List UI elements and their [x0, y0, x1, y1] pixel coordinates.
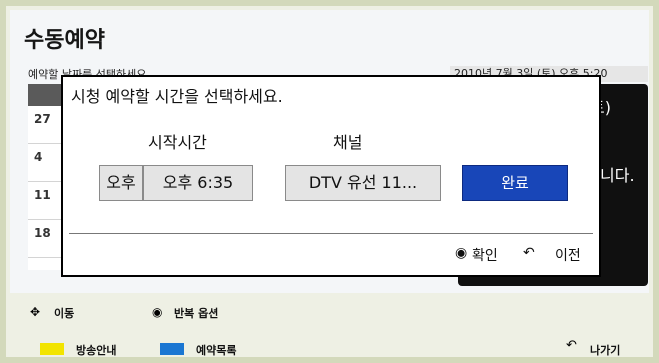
channel-selector[interactable]: DTV 유선 11...: [285, 165, 441, 201]
blue-key-icon: [160, 343, 184, 355]
move-hint: 이동: [54, 307, 75, 320]
exit-hint: 나가기: [590, 344, 621, 357]
circle-dot-icon: ◉: [455, 245, 468, 261]
calendar-day[interactable]: 4: [34, 150, 42, 164]
confirm-hint: 확인: [472, 248, 498, 264]
return-arrow-icon: ↶: [566, 338, 577, 353]
dialog-title: 시청 예약할 시간을 선택하세요.: [71, 87, 283, 106]
reservation-time-dialog: 시청 예약할 시간을 선택하세요. 시작시간 채널 오후 오후 6:35 DTV…: [61, 75, 601, 277]
dialog-divider: [69, 233, 593, 234]
program-guide-hint: 방송안내: [76, 344, 117, 357]
calendar-day[interactable]: 27: [34, 112, 51, 126]
ampm-selector[interactable]: 오후: [99, 165, 143, 201]
circle-dot-icon: ◉: [152, 305, 163, 319]
calendar-day[interactable]: 11: [34, 188, 51, 202]
channel-label: 채널: [333, 133, 363, 152]
reservation-list-hint: 예약목록: [196, 344, 237, 357]
repeat-option-hint: 반복 옵션: [174, 307, 219, 320]
yellow-key-icon: [40, 343, 64, 355]
back-hint: 이전: [555, 248, 581, 264]
done-button[interactable]: 완료: [462, 165, 568, 201]
return-arrow-icon: ↶: [523, 245, 535, 261]
calendar-day[interactable]: 18: [34, 226, 51, 240]
start-time-label: 시작시간: [148, 133, 207, 152]
four-way-arrow-icon: ✥: [30, 305, 41, 319]
start-time-field[interactable]: 오후 6:35: [143, 165, 253, 201]
page-title: 수동예약: [24, 28, 105, 53]
side-panel-text: 니다.: [600, 166, 635, 185]
